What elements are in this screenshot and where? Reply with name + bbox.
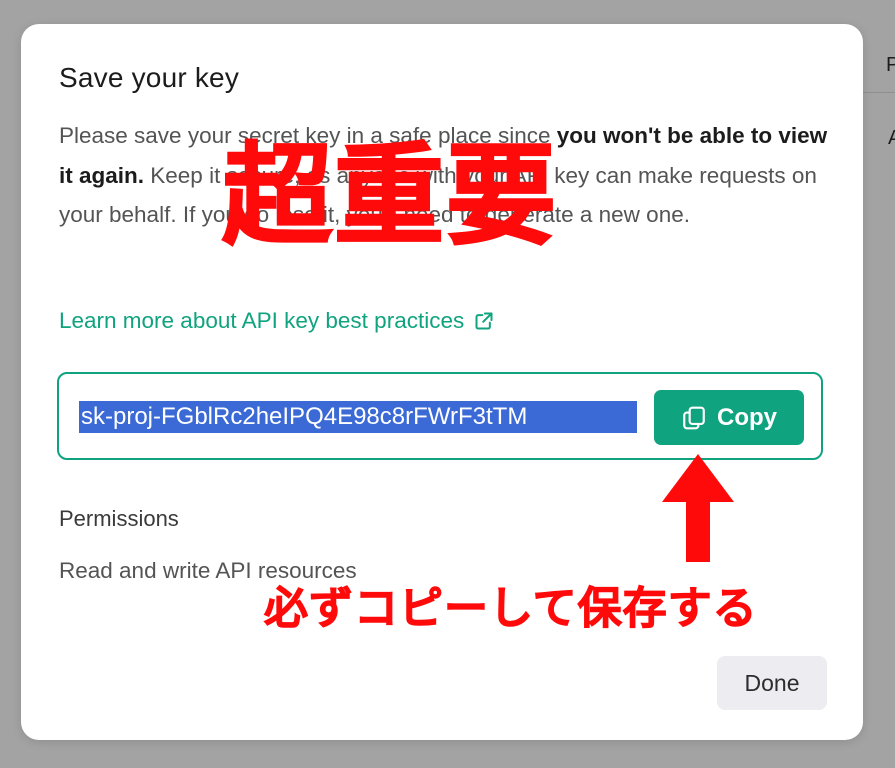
background-divider (862, 92, 895, 93)
copy-button[interactable]: Copy (654, 390, 804, 445)
background-text-top: P (886, 54, 895, 76)
up-arrow-icon (662, 454, 734, 562)
copy-icon (683, 406, 705, 429)
copy-button-label: Copy (717, 403, 777, 431)
permissions-title: Permissions (59, 506, 179, 531)
secret-key-field: sk-proj-FGblRc2heIPQ4E98c8rFWrF3tTM Copy (57, 372, 823, 460)
external-link-icon (475, 312, 493, 330)
dialog-title: Save your key (59, 62, 240, 93)
background-text-mid: A (888, 127, 895, 149)
done-button[interactable]: Done (717, 656, 827, 710)
annotation-note: 必ずコピーして保存する (264, 584, 758, 634)
learn-more-label: Learn more about API key best practices (59, 308, 465, 333)
learn-more-link[interactable]: Learn more about API key best practices (59, 308, 494, 334)
secret-key-value[interactable]: sk-proj-FGblRc2heIPQ4E98c8rFWrF3tTM (79, 401, 637, 433)
annotation-stamp: 超重要 (221, 135, 558, 258)
